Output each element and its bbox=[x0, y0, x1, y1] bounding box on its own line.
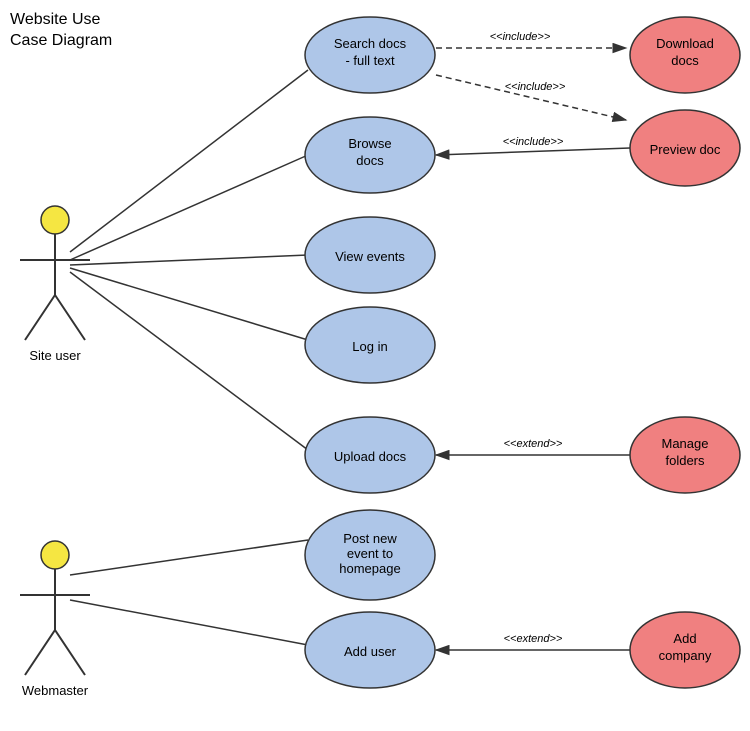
rel-search-preview-label: <<include>> bbox=[505, 81, 566, 93]
rel-adduser-addcompany-label: <<extend>> bbox=[504, 633, 563, 645]
usecase-post-event-label1: Post new bbox=[343, 531, 397, 546]
usecase-post-event-label2: event to bbox=[347, 546, 393, 561]
usecase-add-company-label: Add bbox=[673, 631, 696, 646]
line-siteuser-upload bbox=[70, 272, 308, 450]
usecase-search-docs-label2: - full text bbox=[345, 53, 395, 68]
rel-upload-manage-label: <<extend>> bbox=[504, 438, 563, 450]
usecase-browse-docs-label2: docs bbox=[356, 153, 384, 168]
usecase-download-docs-label2: docs bbox=[671, 53, 699, 68]
usecase-browse-docs-label: Browse bbox=[348, 136, 391, 151]
line-siteuser-search bbox=[70, 70, 308, 252]
webmaster-leg-left bbox=[25, 630, 55, 675]
line-siteuser-login bbox=[70, 268, 308, 340]
usecase-add-user-label: Add user bbox=[344, 644, 397, 659]
usecase-manage-folders-label: Manage bbox=[662, 436, 709, 451]
site-user-head bbox=[41, 206, 69, 234]
usecase-log-in-label: Log in bbox=[352, 339, 387, 354]
webmaster-label: Webmaster bbox=[22, 683, 89, 698]
usecase-download-docs-label: Download bbox=[656, 36, 714, 51]
rel-browse-preview-label: <<include>> bbox=[503, 136, 564, 148]
usecase-post-event-label3: homepage bbox=[339, 561, 400, 576]
usecase-upload-docs-label: Upload docs bbox=[334, 449, 407, 464]
webmaster-leg-right bbox=[55, 630, 85, 675]
usecase-preview-doc-label: Preview doc bbox=[650, 142, 721, 157]
use-case-diagram: Site user Webmaster Search docs - full t… bbox=[0, 0, 750, 731]
usecase-manage-folders-label2: folders bbox=[665, 453, 705, 468]
usecase-view-events-label: View events bbox=[335, 249, 405, 264]
line-siteuser-viewevents bbox=[70, 255, 308, 265]
site-user-leg-left bbox=[25, 295, 55, 340]
usecase-add-company-label2: company bbox=[659, 648, 712, 663]
rel-browse-preview bbox=[436, 148, 630, 155]
usecase-search-docs-label: Search docs bbox=[334, 36, 407, 51]
line-webmaster-adduser bbox=[70, 600, 308, 645]
webmaster-head bbox=[41, 541, 69, 569]
line-webmaster-postevent bbox=[70, 540, 308, 575]
rel-search-download-label: <<include>> bbox=[490, 31, 551, 43]
line-siteuser-browse bbox=[70, 155, 308, 260]
site-user-label: Site user bbox=[29, 348, 81, 363]
site-user-leg-right bbox=[55, 295, 85, 340]
